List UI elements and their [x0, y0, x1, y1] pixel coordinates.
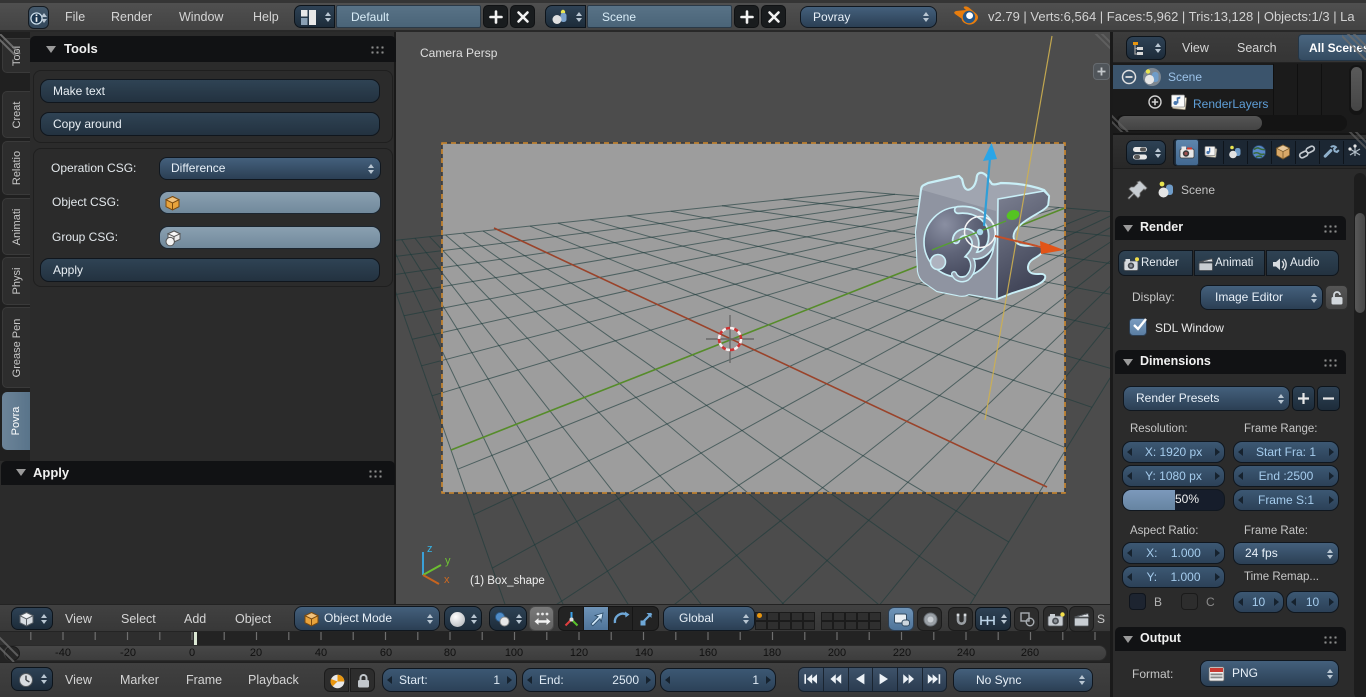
svg-text:x: x [444, 574, 450, 586]
svg-text:y: y [445, 555, 451, 567]
svg-text:z: z [427, 543, 433, 555]
